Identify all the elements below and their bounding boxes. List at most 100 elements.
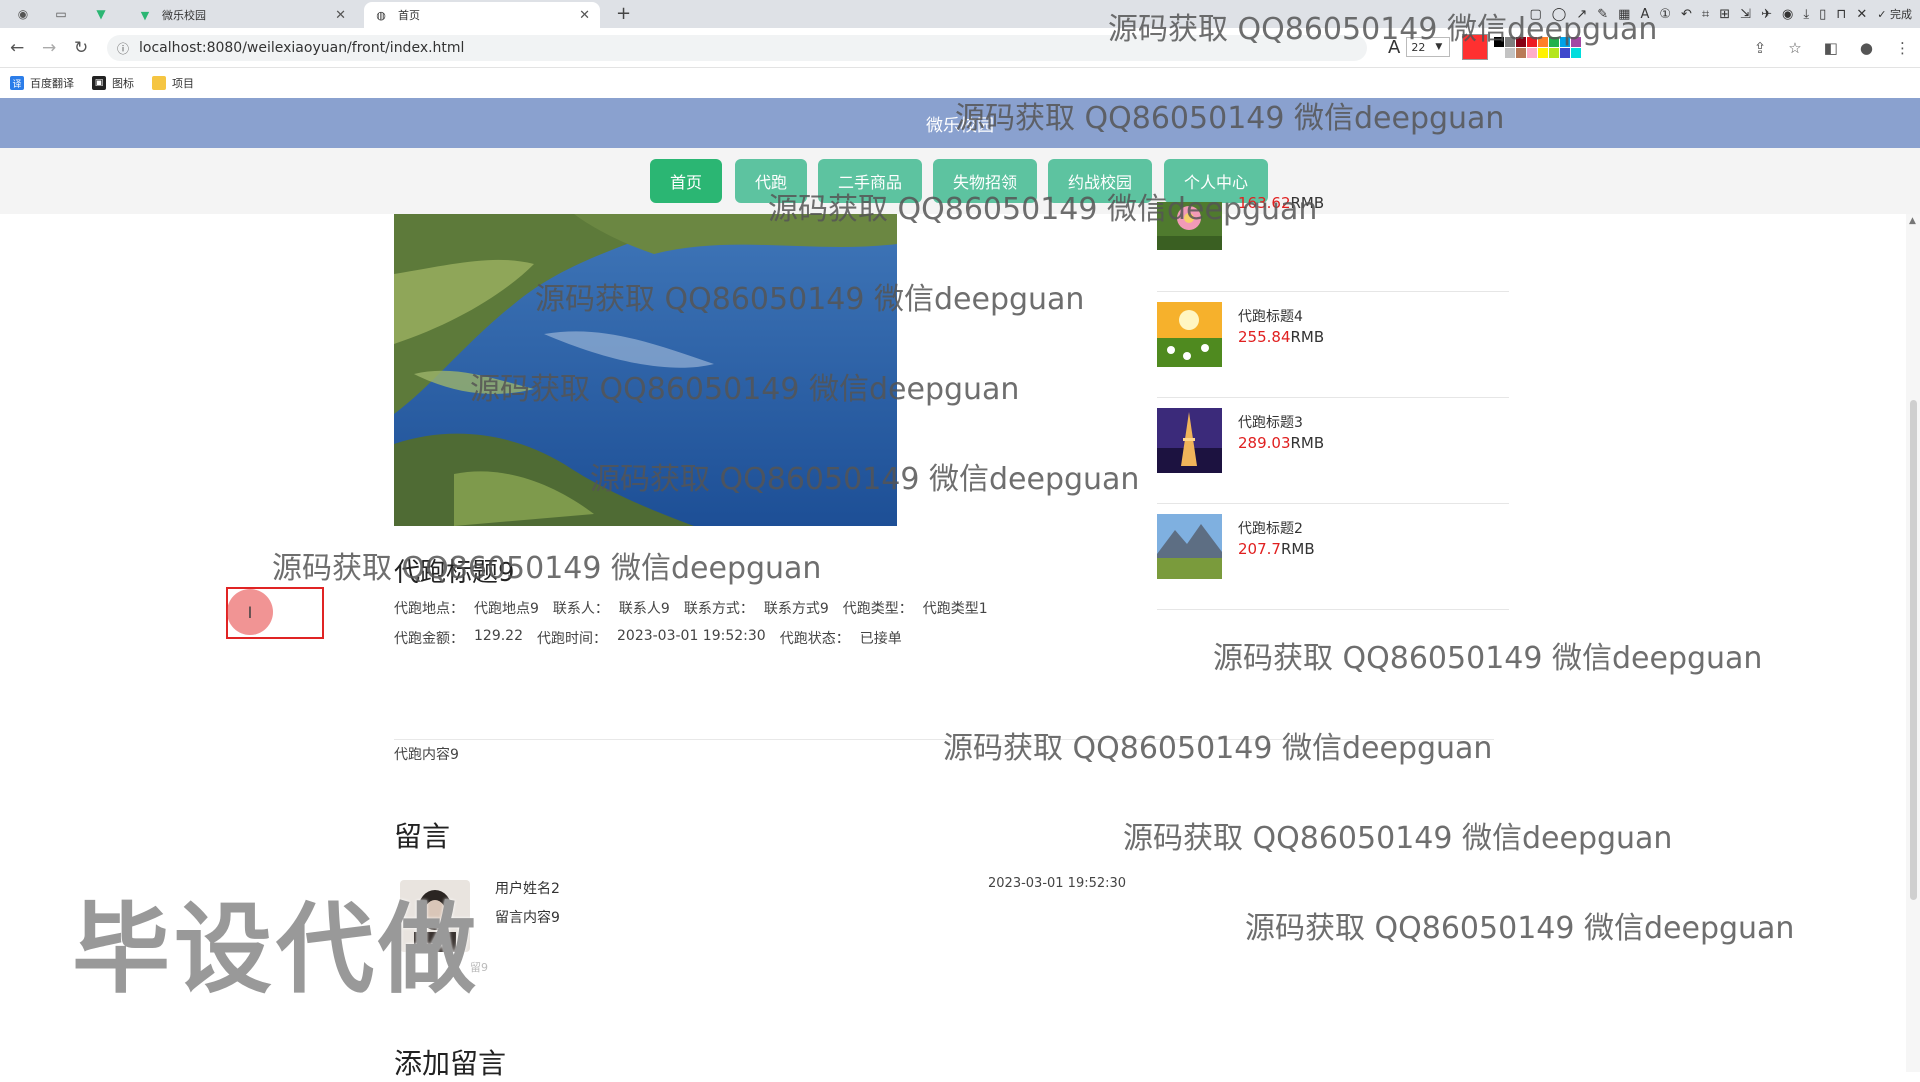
watermark: 源码获取 QQ86050149 微信deepguan (768, 192, 1318, 227)
tab-label: 首页 (398, 9, 420, 22)
meta-label: 代跑时间： (537, 631, 607, 647)
color-swatch[interactable] (1560, 47, 1571, 58)
color-swatch[interactable] (1516, 47, 1527, 58)
watermark: 源码获取 QQ86050149 微信deepguan (943, 731, 1493, 766)
meta-value: 联系方式9 (763, 601, 829, 617)
bookmark-label: 图标 (112, 77, 134, 90)
close-icon[interactable]: ✕ (579, 8, 590, 23)
price-unit: RMB (1280, 540, 1315, 558)
meta-value: 代跑地点9 (474, 601, 539, 617)
color-swatch[interactable] (1538, 47, 1549, 58)
record-icon[interactable]: ◉ (1782, 7, 1793, 22)
watermark: 源码获取 QQ86050149 微信deepguan (1245, 911, 1795, 946)
back-icon[interactable]: ← (10, 38, 24, 58)
undo-icon[interactable]: ↶ (1681, 7, 1692, 22)
item-title: 代跑标题4 (1238, 309, 1303, 325)
watermark: 源码获取 QQ86050149 微信deepguan (1108, 12, 1658, 47)
bookmark-project[interactable]: 项目 (152, 75, 194, 91)
meta-status: 代跑状态： 已接单 (780, 628, 902, 648)
download-icon[interactable]: ⤓ (1803, 7, 1809, 22)
pin-icon[interactable]: ✈ (1761, 7, 1772, 22)
detail-meta-row-2: 代跑金额： 129.22 代跑时间： 2023-03-01 19:52:30 代跑状… (394, 628, 902, 648)
bookmark-icon[interactable]: ⊓ (1836, 7, 1846, 22)
bookmark-icons[interactable]: ▣ 图标 (92, 75, 134, 91)
scroll-thumb[interactable] (1910, 400, 1917, 900)
crop-icon[interactable]: ⌗ (1702, 7, 1709, 22)
watermark: 源码获取 QQ86050149 微信deepguan (535, 282, 1085, 317)
color-swatch[interactable] (1571, 47, 1582, 58)
new-tab-button[interactable]: + (616, 3, 631, 24)
add-comment-title: 添加留言 (394, 1047, 507, 1080)
close-icon[interactable]: ✕ (335, 8, 346, 23)
watermark: 源码获取 QQ86050149 微信deepguan (470, 372, 1020, 407)
tab-home[interactable]: ◍ 首页 ✕ (364, 2, 600, 28)
watermark: 源码获取 QQ86050149 微信deepguan (272, 551, 822, 586)
phone-icon[interactable]: ▯ (1819, 7, 1826, 22)
cancel-icon[interactable]: ✕ (1856, 7, 1867, 22)
browser-actions: ⇪ ☆ ◧ ● ⋮ (1754, 39, 1910, 57)
list-item[interactable]: 代跑标题4 255.84RMB (1157, 292, 1509, 398)
scroll-capture-icon[interactable]: ⇲ (1740, 7, 1751, 22)
done-label: 完成 (1890, 8, 1912, 21)
cursor-highlight: I (227, 589, 273, 635)
tab-label: 微乐校园 (162, 9, 206, 22)
meta-label: 联系人： (552, 601, 609, 617)
meta-label: 代跑地点： (394, 601, 464, 617)
tab-weilexiaoyuan[interactable]: ▼ 微乐校园 ✕ (128, 2, 356, 28)
meta-value: 2023-03-01 19:52:30 (617, 628, 766, 644)
detail-content: 代跑内容9 (394, 747, 459, 763)
meta-value: 129.22 (474, 628, 523, 644)
meta-time: 代跑时间： 2023-03-01 19:52:30 (537, 628, 766, 648)
scroll-up-icon[interactable]: ▲ (1909, 216, 1916, 226)
forward-icon[interactable]: → (42, 38, 56, 58)
item-price: 289.03RMB (1238, 434, 1324, 452)
star-icon[interactable]: ☆ (1788, 39, 1801, 57)
list-item[interactable]: 代跑标题2 207.7RMB (1157, 504, 1509, 610)
big-watermark: 毕设代做 (72, 893, 481, 1007)
menu-icon[interactable]: ⋮ (1895, 39, 1910, 57)
meta-label: 代跑状态： (779, 631, 850, 647)
reload-icon[interactable]: ↻ (74, 38, 88, 58)
vue-tab-icon[interactable]: ▼ (88, 4, 114, 24)
text-cursor-icon: I (247, 602, 253, 622)
item-price: 207.7RMB (1238, 540, 1315, 558)
nav-home[interactable]: 首页 (650, 159, 722, 203)
comments-title: 留言 (394, 820, 451, 853)
comment-user: 用户姓名2 (495, 881, 560, 897)
color-swatch[interactable] (1527, 47, 1538, 58)
number-tool-icon[interactable]: ① (1659, 7, 1671, 22)
color-swatch[interactable] (1549, 47, 1560, 58)
price-value: 207.7 (1238, 540, 1281, 558)
image-icon: ▣ (92, 76, 106, 90)
watermark: 源码获取 QQ86050149 微信deepguan (1213, 641, 1763, 676)
info-icon[interactable]: ⓘ (117, 40, 129, 57)
detail-meta-row-1: 代跑地点： 代跑地点9 联系人： 联系人9 联系方式： 联系方式9 代跑类型： 代跑类型… (394, 598, 988, 618)
done-button[interactable]: ✓ 完成 (1877, 6, 1912, 22)
color-swatch[interactable] (1505, 47, 1516, 58)
chrome-icon[interactable]: ◉ (10, 4, 36, 24)
side-panel-icon[interactable]: ◧ (1824, 39, 1838, 57)
blank-tab-icon[interactable]: ▭ (48, 4, 74, 24)
share-icon[interactable]: ⇪ (1754, 39, 1767, 57)
profile-icon[interactable]: ● (1860, 39, 1873, 57)
price-value: 255.84 (1238, 328, 1291, 346)
globe-icon: ◍ (376, 8, 386, 22)
meta-location: 代跑地点： 代跑地点9 (394, 598, 539, 618)
vue-icon: ▼ (140, 8, 150, 22)
price-value: 289.03 (1238, 434, 1291, 452)
meta-contact: 联系人： 联系人9 (553, 598, 670, 618)
color-swatch[interactable] (1494, 47, 1505, 58)
bookmark-baidu-translate[interactable]: 译 百度翻译 (10, 75, 74, 91)
item-thumbnail (1157, 408, 1222, 473)
ocr-icon[interactable]: ⊞ (1719, 7, 1730, 22)
meta-phone: 联系方式： 联系方式9 (684, 598, 829, 618)
list-item[interactable]: 代跑标题3 289.03RMB (1157, 398, 1509, 504)
meta-label: 联系方式： (683, 601, 754, 617)
watermark: 源码获取 QQ86050149 微信deepguan (590, 462, 1140, 497)
watermark: 源码获取 QQ86050149 微信deepguan (955, 101, 1505, 136)
meta-value: 代跑类型1 (922, 601, 988, 617)
page-scrollbar[interactable]: ▲ (1906, 214, 1920, 1072)
price-unit: RMB (1290, 328, 1325, 346)
watermark: 源码获取 QQ86050149 微信deepguan (1123, 821, 1673, 856)
item-thumbnail (1157, 514, 1222, 579)
